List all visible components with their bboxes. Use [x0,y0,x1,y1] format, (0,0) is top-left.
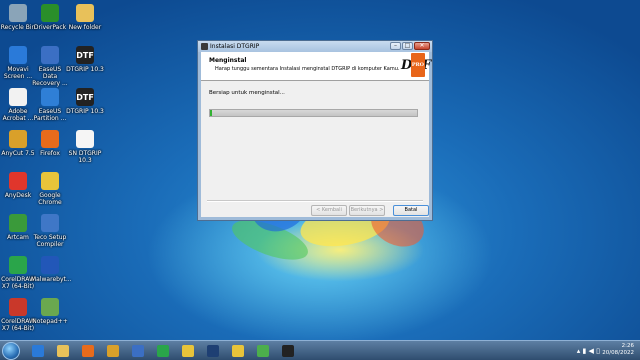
photoshop-icon [207,345,219,357]
desktop-icon-label: Teco Setup Compiler [33,234,67,248]
taskbar-app-button[interactable] [28,343,48,359]
taskbar-app-button[interactable] [203,343,223,359]
progress-fill [210,110,213,116]
installer-window[interactable]: Instalasi DTGRIP – □ ✕ Menginstal Harap … [197,40,433,221]
malwarebytes-icon [41,256,59,274]
header-subtitle: Harap tunggu sementara Instalasi mengins… [215,66,400,72]
desktop-icon-label: SN DTGRIP 10.3 [68,150,102,164]
logo-badge: PRO [410,53,425,77]
word-icon [132,345,144,357]
desktop-icon[interactable]: New folder [66,4,104,31]
dtf-icon: DTF [76,46,94,64]
media-player-icon [82,345,94,357]
movavi-icon [9,46,27,64]
title-bar[interactable]: Instalasi DTGRIP – □ ✕ [198,41,432,52]
taskbar-app-button[interactable] [178,343,198,359]
desktop-icon-label: DriverPack [33,24,67,31]
driverpack-icon [41,4,59,22]
clock[interactable]: 2:26 20/08/2022 [602,343,634,357]
desktop-icon[interactable]: Google Chrome [31,172,69,206]
minimize-button[interactable]: – [390,42,401,50]
notepad-icon [41,298,59,316]
divider [207,200,423,202]
back-button[interactable]: < Kembali [311,205,347,216]
desktop-icon-label: New folder [68,24,102,31]
dtf-logo: DTF PRO [401,53,431,78]
dtf-icon: DTF [76,88,94,106]
tray-icons[interactable]: ▴ ▮ ◀ ▯ [577,347,600,355]
desktop-icon[interactable]: EaseUS Data Recovery ... [31,46,69,87]
desktop-icon[interactable]: Malwarebyt... [31,256,72,283]
anycut-icon [107,345,119,357]
desktop-icon-label: Notepad++ [32,318,68,325]
start-button[interactable] [2,342,20,360]
desktop-icon-label: EaseUS Partition ... [33,108,67,122]
coreldraw-icon [9,256,27,274]
desktop-icon[interactable]: Firefox [31,130,69,157]
chrome-icon [41,172,59,190]
ie-icon [32,345,44,357]
text-file-icon [76,130,94,148]
window-title: Instalasi DTGRIP [210,43,260,50]
taskbar-app-button[interactable] [128,343,148,359]
explorer-icon [57,345,69,357]
taskbar-app-button[interactable] [278,343,298,359]
app-icon [201,43,208,50]
desktop-icon-label: Malwarebyt... [31,276,72,283]
taskbar-app-button[interactable] [228,343,248,359]
taskbar-app-button[interactable] [153,343,173,359]
greenshot-icon [257,345,269,357]
desktop: Recycle Bin DriverPack New folder Movavi Sc… [0,0,640,340]
desktop-icon[interactable]: SN DTGRIP 10.3 [66,130,104,164]
desktop-icon[interactable]: EaseUS Partition ... [31,88,69,122]
easeus-partition-icon [41,88,59,106]
chrome-icon [232,345,244,357]
chrome-icon [182,345,194,357]
folder-icon [76,4,94,22]
desktop-icon-label: EaseUS Data Recovery ... [32,66,68,87]
next-button[interactable]: Berikutnya > [349,205,385,216]
installer-header: Menginstal Harap tunggu sementara Instal… [201,52,431,81]
anycut-icon [9,130,27,148]
desktop-icon-label: Google Chrome [38,192,62,206]
header-title: Menginstal [209,57,247,64]
clock-time: 2:26 [621,343,634,349]
taskbar: ▴ ▮ ◀ ▯ 2:26 20/08/2022 [0,340,640,360]
desktop-icon[interactable]: DTF DTGRIP 10.3 [66,88,104,115]
maximize-button[interactable]: □ [402,42,413,50]
taskbar-app-button[interactable] [253,343,273,359]
coreldraw-icon [157,345,169,357]
status-text: Bersiap untuk menginstal... [209,90,285,96]
clock-date: 20/08/2022 [602,350,634,356]
taskbar-app-button[interactable] [53,343,73,359]
dtf-icon [282,345,294,357]
desktop-icon-label: DTGRIP 10.3 [66,108,104,115]
progress-bar [209,109,418,117]
cancel-button[interactable]: Batal [393,205,429,216]
artcam-icon [9,214,27,232]
desktop-icon[interactable]: DTF DTGRIP 10.3 [66,46,104,73]
close-button[interactable]: ✕ [414,42,430,50]
acrobat-icon [9,88,27,106]
installer-body: Menginstal Harap tunggu sementara Instal… [201,52,431,217]
recycle-bin-icon [9,4,27,22]
desktop-icon[interactable]: Notepad++ [31,298,69,325]
desktop-icon-label: Firefox [40,150,60,157]
taskbar-app-button[interactable] [78,343,98,359]
easeus-icon [41,46,59,64]
desktop-icon[interactable]: DriverPack [31,4,69,31]
desktop-icon-label: DTGRIP 10.3 [66,66,104,73]
coreldraw-icon [9,298,27,316]
firefox-icon [41,130,59,148]
setup-icon [41,214,59,232]
desktop-icon[interactable]: Teco Setup Compiler [31,214,69,248]
taskbar-app-button[interactable] [103,343,123,359]
anydesk-icon [9,172,27,190]
